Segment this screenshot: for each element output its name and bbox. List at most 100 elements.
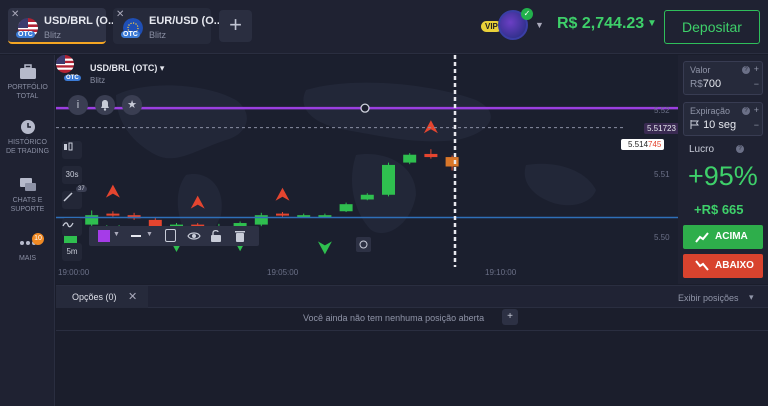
decrease-amount-button[interactable]: − [754, 79, 759, 89]
positions-panel: Opções (0) ✕ Exibir posições ▾ Você aind… [56, 285, 768, 406]
chevron-down-icon[interactable]: ▼ [647, 18, 657, 29]
tab-subtitle: Blitz [44, 30, 62, 40]
sell-signal-arrow [275, 187, 290, 201]
help-icon[interactable]: ? [736, 145, 744, 153]
candle-body [85, 215, 99, 225]
increase-amount-button[interactable]: + [754, 64, 759, 74]
profit-percentage: +95% [688, 161, 758, 191]
close-tab-icon[interactable]: ✕ [11, 9, 19, 20]
bell-icon[interactable] [95, 95, 115, 115]
verified-check-icon: ✓ [521, 8, 533, 20]
otc-badge: OTC [64, 75, 81, 81]
sidebar-item-label: MAIS [18, 255, 37, 262]
candle-body [382, 164, 395, 195]
price-chart[interactable]: OTC USD/BRL (OTC) ▾ Blitz i ★ 30s 37 5m … [56, 55, 678, 284]
indicators-button[interactable] [62, 191, 82, 209]
amount-field[interactable]: Valor ? + − R$700 [683, 61, 763, 95]
sell-signal-arrow [105, 184, 120, 198]
chevron-down-icon[interactable]: ▼ [146, 231, 153, 238]
deposit-button[interactable]: Depositar [664, 10, 760, 44]
eye-icon[interactable] [187, 229, 201, 243]
drawing-tools-button[interactable] [62, 218, 82, 236]
sidebar-item-label: PORTFÓLIO TOTAL [7, 84, 48, 100]
candle-body [106, 213, 120, 216]
x-tick-label: 19:00:00 [58, 268, 90, 277]
y-tick-label: 5.51 [654, 170, 670, 179]
help-icon[interactable]: ? [742, 107, 750, 115]
info-icon[interactable]: i [68, 95, 88, 115]
asset-tab-eur-usd[interactable]: ✕ OTC EUR/USD (O... Blitz [113, 8, 223, 44]
profit-amount: +R$ 665 [694, 202, 744, 217]
sell-down-button[interactable]: ABAIXO [683, 254, 763, 278]
chart-canvas[interactable] [56, 55, 678, 284]
increase-expiry-button[interactable]: + [754, 105, 759, 115]
sidebar-item-history[interactable]: HISTÓRICO DE TRADING [0, 119, 55, 156]
level-handle[interactable] [360, 103, 370, 113]
trade-panel: Valor ? + − R$700 Expiração ? + − 10 seg… [678, 55, 768, 284]
candle-body [424, 153, 438, 158]
trend-up-icon [695, 232, 709, 243]
tab-title: EUR/USD (O... [149, 15, 223, 27]
briefcase-icon [19, 64, 36, 79]
timeframe-button[interactable]: 30s [62, 166, 82, 184]
chevron-down-icon[interactable]: ▼ [535, 20, 544, 30]
sidebar-item-label: HISTÓRICO DE TRADING [5, 139, 50, 155]
x-tick-label: 19:10:00 [485, 268, 517, 277]
chevron-down-icon[interactable]: ▼ [113, 231, 120, 238]
asset-tab-usd-brl[interactable]: ✕ OTC USD/BRL (O... Blitz [8, 8, 117, 44]
sidebar-item-more[interactable]: 10 MAIS [0, 233, 55, 263]
add-position-button[interactable]: + [502, 309, 518, 325]
candle-body [445, 157, 459, 167]
color-picker[interactable] [98, 230, 110, 242]
positions-tabs: Opções (0) ✕ Exibir posições ▾ [56, 286, 768, 308]
tab-options[interactable]: Opções (0) ✕ [56, 286, 148, 308]
help-icon[interactable]: ? [742, 66, 750, 74]
close-icon[interactable]: ✕ [128, 290, 137, 303]
chat-icon [19, 178, 36, 191]
y-tick-label: 5.52 [654, 106, 670, 115]
add-tab-button[interactable]: + [219, 10, 252, 42]
tab-subtitle: Blitz [149, 30, 167, 40]
sidebar-item-portfolio[interactable]: PORTFÓLIO TOTAL [0, 64, 55, 101]
clock-icon [20, 120, 35, 134]
candle-type-button[interactable] [62, 141, 82, 159]
notification-badge: 10 [32, 233, 44, 245]
expiry-field[interactable]: Expiração ? + − 10 seg [683, 102, 763, 136]
expiry-value[interactable]: 10 seg [690, 119, 736, 131]
close-tab-icon[interactable]: ✕ [116, 9, 124, 20]
candle-body [360, 194, 374, 200]
show-positions-link[interactable]: Exibir posições [678, 293, 739, 303]
otc-badge: OTC [121, 31, 140, 38]
sidebar: PORTFÓLIO TOTAL HISTÓRICO DE TRADING CHA… [0, 55, 55, 406]
indicators-count: 37 [76, 186, 87, 192]
account-balance[interactable]: R$ 2,744.23 [557, 15, 644, 33]
expiry-label: Expiração [690, 106, 731, 116]
candle-body [403, 154, 417, 163]
trend-down-icon [695, 260, 709, 271]
buy-up-button[interactable]: ACIMA [683, 225, 763, 249]
amount-label: Valor [690, 65, 711, 75]
trash-icon[interactable] [234, 229, 246, 243]
x-tick-label: 19:05:00 [267, 268, 299, 277]
sidebar-item-chats[interactable]: CHATS E SUPORTE [0, 177, 55, 214]
drawing-toolbar: ▼ ▼ [89, 226, 259, 246]
asset-name[interactable]: USD/BRL (OTC) ▾ [90, 63, 164, 74]
candle-body [276, 213, 289, 216]
line-style-button[interactable] [131, 235, 141, 237]
candle-body [339, 204, 353, 212]
amount-value[interactable]: R$700 [690, 78, 721, 90]
asset-subtitle: Blitz [90, 76, 106, 85]
candle-body [254, 215, 268, 225]
candle-size-button[interactable]: 5m [62, 243, 82, 261]
flag-icon [690, 120, 699, 129]
y-tick-label: 5.50 [654, 233, 670, 242]
unlock-icon[interactable] [210, 229, 222, 243]
usd-brl-flag-icon [56, 55, 74, 73]
copy-icon[interactable] [165, 229, 176, 242]
star-icon[interactable]: ★ [122, 95, 142, 115]
tab-title: USD/BRL (O... [44, 15, 118, 27]
empty-positions-message: Você ainda não tem nenhuma posição abert… [303, 313, 485, 323]
crosshair-icon[interactable] [356, 237, 371, 252]
chevron-down-icon[interactable]: ▾ [749, 292, 754, 303]
decrease-expiry-button[interactable]: − [754, 120, 759, 130]
